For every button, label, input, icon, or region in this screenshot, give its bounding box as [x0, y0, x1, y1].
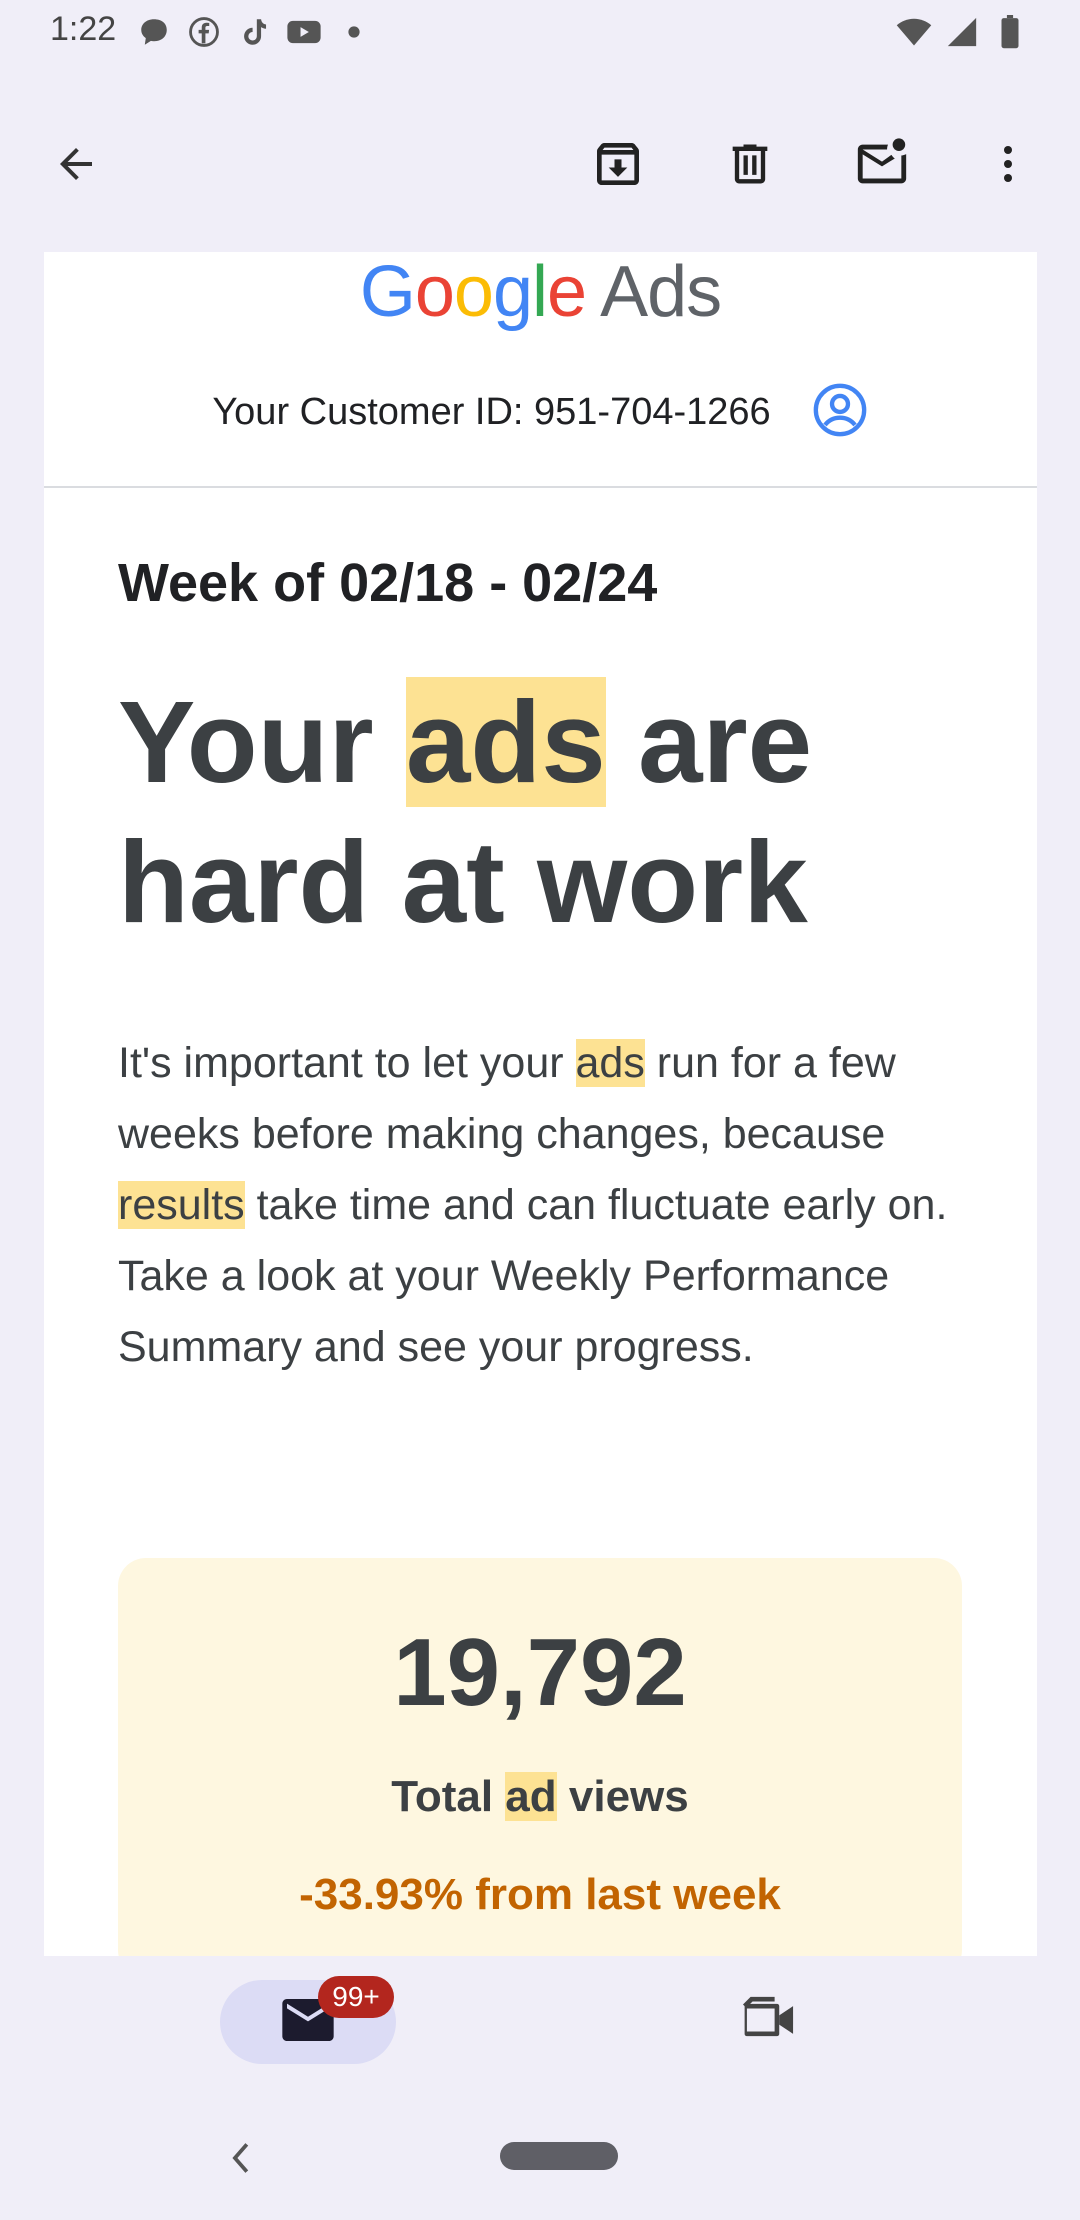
- highlight-ads: ads: [405, 677, 606, 807]
- dot-icon: [336, 14, 372, 50]
- youtube-icon: [286, 14, 322, 50]
- chat-bubble-icon: [136, 14, 172, 50]
- stat-card: 19,792 Total ad views -33.93% from last …: [118, 1558, 962, 1957]
- mark-unread-icon[interactable]: [842, 124, 922, 204]
- system-back-icon[interactable]: [222, 2140, 258, 2176]
- google-ads-logo: Google Ads: [359, 252, 722, 332]
- status-bar: 1:22: [0, 0, 1080, 66]
- delete-icon[interactable]: [710, 124, 790, 204]
- wifi-icon: [896, 14, 932, 50]
- unread-badge: 99+: [318, 1976, 394, 2018]
- total-views-value: 19,792: [393, 1619, 687, 1726]
- video-camera-icon: [740, 1996, 800, 2049]
- status-time: 1:22: [50, 10, 117, 48]
- facebook-icon: [186, 14, 222, 50]
- week-range: Week of 02/18 - 02/24: [118, 553, 658, 613]
- week-change: -33.93% from last week: [299, 1870, 781, 1919]
- email-body: Google Ads Your Customer ID: 951-704-1266…: [44, 252, 1037, 1957]
- total-views-label: Total ad views: [391, 1772, 689, 1821]
- bottom-navigation: 99+: [0, 1956, 1080, 2220]
- divider: [44, 486, 1037, 488]
- customer-id: Your Customer ID: 951-704-1266: [212, 390, 771, 433]
- meet-tab[interactable]: [730, 1990, 810, 2054]
- body-paragraph: It's important to let your ads run for a…: [118, 1039, 948, 1371]
- signal-icon: [944, 14, 980, 50]
- headline: Your ads are hard at work: [118, 677, 813, 947]
- account-icon[interactable]: [811, 381, 869, 444]
- archive-icon[interactable]: [578, 124, 658, 204]
- home-gesture-pill[interactable]: [500, 2142, 618, 2170]
- battery-icon: [992, 14, 1028, 50]
- email-toolbar: [0, 108, 1080, 220]
- back-arrow-icon[interactable]: [36, 124, 116, 204]
- tiktok-icon: [236, 14, 272, 50]
- more-vert-icon[interactable]: [968, 124, 1048, 204]
